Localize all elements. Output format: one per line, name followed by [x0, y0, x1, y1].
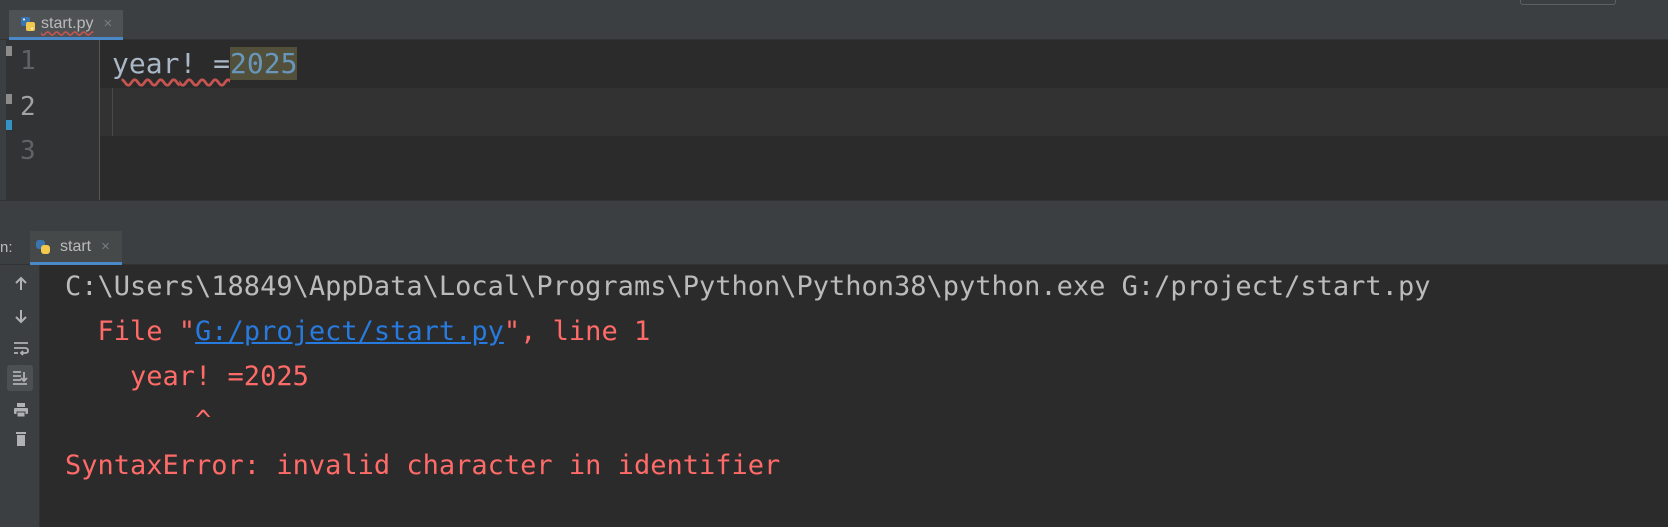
- panel-divider[interactable]: [0, 200, 1668, 231]
- python-file-icon: [19, 15, 37, 33]
- line-number: 1: [20, 46, 36, 76]
- traceback-file-link[interactable]: G:/project/start.py: [195, 316, 504, 347]
- line-number: 2: [20, 92, 36, 122]
- editor-tab-start-py[interactable]: start.py ×: [9, 10, 123, 40]
- scroll-to-end-icon[interactable]: [7, 365, 33, 391]
- traceback-file-prefix: File ": [65, 316, 196, 347]
- console-command-line: C:\Users\18849\AppData\Local\Programs\Py…: [65, 271, 1431, 302]
- python-run-icon: [34, 238, 52, 256]
- code-identifier: year: [112, 47, 180, 80]
- code-line-1[interactable]: year! =2025: [112, 40, 298, 88]
- soft-wrap-icon[interactable]: [10, 337, 32, 359]
- gutter-marker: [6, 120, 12, 130]
- run-tab-start[interactable]: start ×: [30, 231, 122, 265]
- caret: [112, 88, 113, 136]
- window-control[interactable]: [1520, 0, 1616, 5]
- console-output[interactable]: C:\Users\18849\AppData\Local\Programs\Py…: [40, 265, 1668, 527]
- code-editor[interactable]: 1 2 3 year! =2025: [0, 40, 1668, 200]
- line-number-gutter: 1 2 3: [6, 40, 100, 200]
- run-tab-label: start: [60, 237, 92, 255]
- console-code-echo: year! =2025: [65, 361, 309, 392]
- arrow-down-icon[interactable]: [10, 305, 32, 327]
- editor-tab-bar: start.py ×: [0, 0, 1668, 40]
- console-toolbar: [0, 265, 40, 527]
- editor-tab-label: start.py: [41, 14, 94, 32]
- run-tab-bar: n: start ×: [0, 231, 1668, 265]
- trash-icon[interactable]: [10, 428, 32, 450]
- gutter-marker: [6, 94, 12, 104]
- close-icon[interactable]: ×: [101, 238, 110, 255]
- console-caret-indicator: ^: [65, 405, 212, 436]
- line-number: 3: [20, 136, 36, 166]
- code-operator: ! =: [179, 47, 231, 80]
- console-error-message: SyntaxError: invalid character in identi…: [65, 450, 781, 481]
- close-icon[interactable]: ×: [103, 15, 112, 32]
- run-panel-label: n:: [0, 239, 13, 256]
- code-number: 2025: [230, 47, 298, 80]
- print-icon[interactable]: [10, 399, 32, 421]
- traceback-file-suffix: ", line 1: [503, 316, 651, 347]
- current-line-highlight: [100, 88, 1668, 136]
- arrow-up-icon[interactable]: [10, 273, 32, 295]
- gutter-marker: [6, 46, 12, 56]
- console-traceback-file-line: File "G:/project/start.py", line 1: [65, 315, 651, 349]
